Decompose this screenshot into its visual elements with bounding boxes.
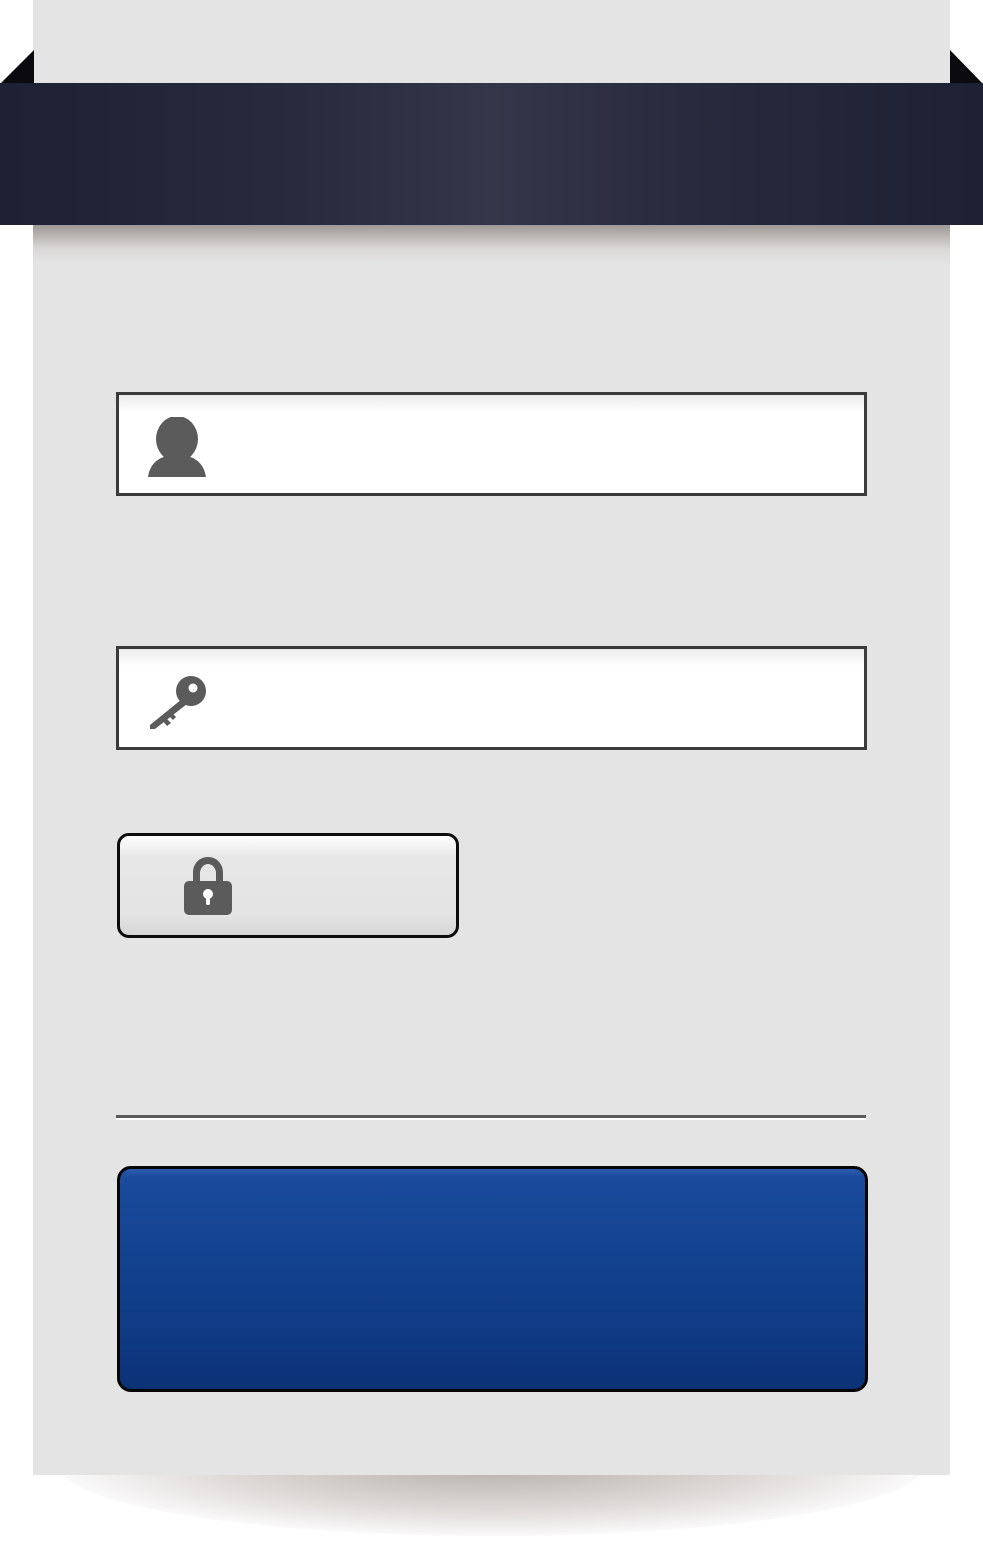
ribbon-shadow	[33, 225, 950, 265]
password-input[interactable]	[229, 669, 843, 729]
card-shadow	[60, 1466, 923, 1536]
username-field[interactable]	[116, 392, 867, 496]
divider	[116, 1115, 866, 1120]
lock-button[interactable]	[117, 833, 459, 938]
ribbon-fold-right	[950, 50, 983, 84]
key-icon	[150, 676, 206, 729]
header-title	[0, 83, 983, 225]
lock-icon	[184, 857, 232, 915]
login-screen	[0, 0, 983, 1547]
header-ribbon	[0, 83, 983, 225]
password-field[interactable]	[116, 646, 867, 750]
user-icon	[148, 417, 206, 477]
submit-button-label	[120, 1169, 865, 1389]
submit-button[interactable]	[117, 1166, 868, 1392]
ribbon-fold-left	[0, 50, 34, 84]
username-input[interactable]	[229, 415, 843, 475]
